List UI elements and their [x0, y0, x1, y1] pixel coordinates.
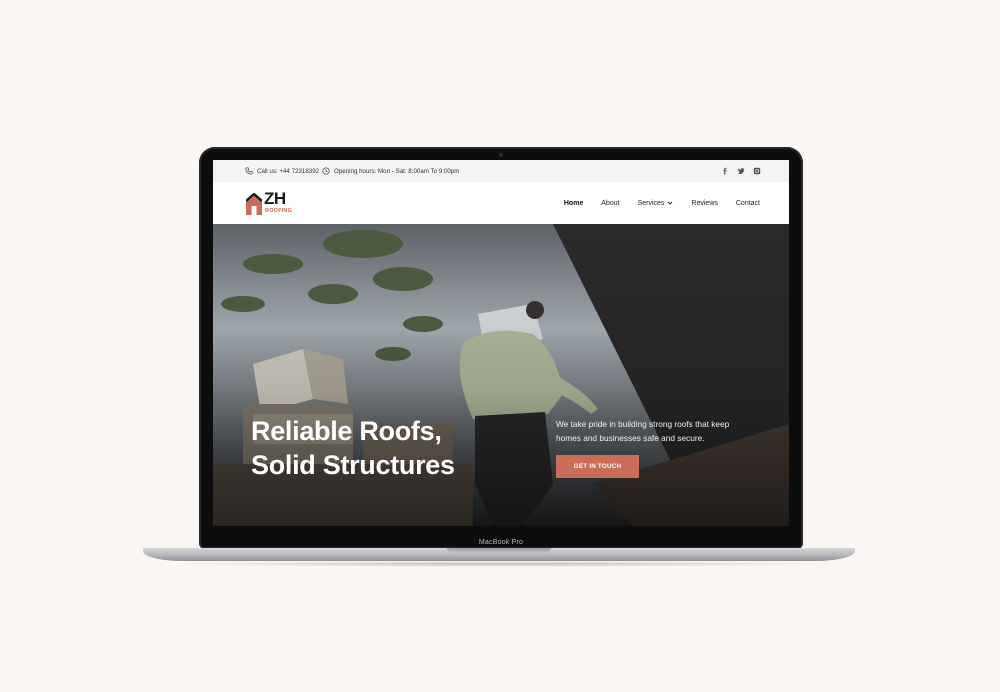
hero-title-line-2: Solid Structures: [251, 450, 455, 480]
top-info-bar: Call us: +44 72318392 Opening hours: Mon…: [213, 160, 789, 182]
main-navbar: ZH ROOFING Home About Services Reviews C…: [213, 182, 789, 224]
opening-hours: Opening hours: Mon - Sat: 8:00am To 9:00…: [322, 167, 459, 175]
hero-description: We take pride in building strong roofs t…: [556, 419, 730, 443]
nav-home[interactable]: Home: [564, 200, 583, 207]
laptop-base: [143, 548, 855, 561]
clock-icon: [322, 167, 330, 175]
device-label: MacBook Pro: [478, 539, 524, 546]
camera: [499, 153, 503, 157]
hero-section: Reliable Roofs, Solid Structures We take…: [213, 224, 789, 526]
laptop-shadow: [160, 561, 840, 567]
house-logo-icon: [246, 193, 262, 215]
nav-reviews[interactable]: Reviews: [691, 200, 717, 207]
logo-mark: ZH: [264, 189, 286, 208]
phone-info: Call us: +44 72318392: [245, 167, 319, 175]
hero-title: Reliable Roofs, Solid Structures: [251, 414, 455, 482]
facebook-icon[interactable]: [721, 167, 729, 175]
social-links: [721, 167, 761, 175]
twitter-icon[interactable]: [737, 167, 745, 175]
get-in-touch-button[interactable]: GET IN TOUCH: [556, 455, 639, 478]
laptop-notch: [447, 548, 551, 553]
hero-title-line-1: Reliable Roofs,: [251, 416, 442, 446]
nav-contact[interactable]: Contact: [736, 200, 760, 207]
phone-icon: [245, 167, 253, 175]
laptop-screen: Call us: +44 72318392 Opening hours: Mon…: [213, 160, 789, 526]
nav-links: Home About Services Reviews Contact: [546, 182, 760, 224]
nav-services-label: Services: [637, 199, 665, 207]
instagram-icon[interactable]: [753, 167, 761, 175]
site-logo[interactable]: ZH ROOFING: [246, 189, 296, 216]
nav-about[interactable]: About: [601, 200, 619, 207]
chevron-down-icon: [668, 201, 673, 205]
phone-text[interactable]: Call us: +44 72318392: [257, 168, 319, 175]
logo-subtitle: ROOFING: [265, 208, 293, 214]
nav-services[interactable]: Services: [638, 200, 674, 207]
laptop-lid: Call us: +44 72318392 Opening hours: Mon…: [199, 147, 803, 549]
hours-text: Opening hours: Mon - Sat: 8:00am To 9:00…: [334, 167, 460, 175]
